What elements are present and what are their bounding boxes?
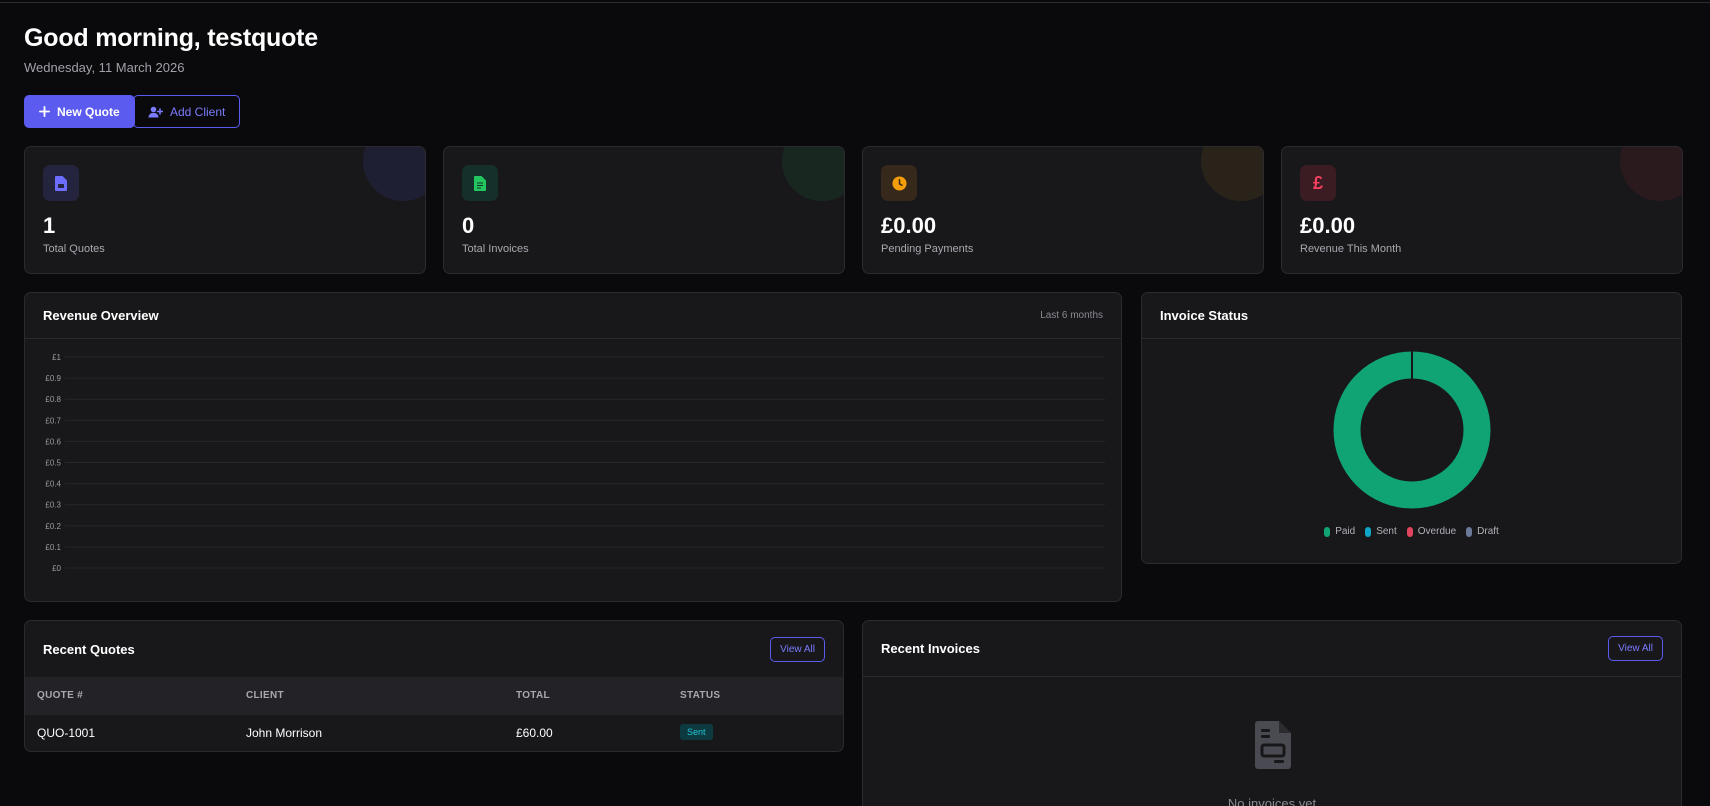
stat-value: £0.00 — [1300, 213, 1356, 238]
stat-value: 1 — [43, 213, 56, 238]
clock-icon — [891, 175, 907, 191]
panel-header: Invoice Status — [1142, 293, 1681, 339]
stat-label: Total Invoices — [462, 243, 529, 255]
revenue-overview-panel: Revenue Overview Last 6 months £1 £0.9 £0.… — [24, 292, 1122, 602]
y-tick-label: £0 — [52, 564, 61, 573]
y-tick-label: £0.1 — [45, 543, 61, 552]
column-header[interactable]: STATUS — [680, 690, 720, 701]
column-header[interactable]: CLIENT — [246, 690, 284, 701]
invoice-status-donut — [1333, 351, 1491, 509]
column-header[interactable]: QUOTE # — [37, 690, 83, 701]
legend-item-sent[interactable]: Sent — [1365, 526, 1397, 537]
recent-quotes-panel: Recent Quotes View All QUOTE # CLIENT TO… — [24, 620, 844, 752]
table-header: QUOTE # CLIENT TOTAL STATUS — [25, 677, 843, 715]
stat-value: 0 — [462, 213, 475, 238]
date-range: Last 6 months — [1040, 310, 1103, 321]
legend-label: Sent — [1376, 526, 1397, 537]
client-name: John Morrison — [246, 726, 323, 740]
stat-label: Revenue This Month — [1300, 243, 1402, 255]
y-tick-label: £0.5 — [45, 459, 61, 468]
decorative-circle — [1201, 147, 1263, 201]
y-tick-label: £0.6 — [45, 437, 61, 446]
legend-item-draft[interactable]: Draft — [1466, 526, 1499, 537]
stat-icon-box: £ — [1300, 165, 1336, 201]
chart-legend: Paid Sent Overdue Draft — [1142, 526, 1681, 537]
quote-total: £60.00 — [516, 726, 553, 740]
new-quote-button[interactable]: New Quote — [24, 95, 135, 128]
legend-swatch — [1466, 526, 1473, 537]
legend-item-overdue[interactable]: Overdue — [1406, 526, 1457, 537]
file-icon — [55, 175, 67, 191]
y-tick-label: £0.8 — [45, 395, 61, 404]
revenue-chart-area: £1 £0.9 £0.8 £0.7 £0.6 £0.5 £0.4 £0.3 £0.2 £0.1 £0 — [25, 339, 1121, 601]
add-client-button[interactable]: Add Client — [133, 95, 241, 128]
y-tick-label: £0.7 — [45, 416, 61, 425]
panel-header: Recent Invoices View All — [863, 621, 1681, 677]
stat-icon-box — [43, 165, 79, 201]
panel-header: Revenue Overview Last 6 months — [25, 293, 1121, 339]
panel-title: Recent Invoices — [881, 641, 980, 656]
legend-item-paid[interactable]: Paid — [1324, 526, 1355, 537]
plus-icon — [39, 106, 50, 117]
panel-title: Recent Quotes — [43, 641, 135, 657]
stat-card-total-invoices: 0 Total Invoices — [443, 146, 845, 274]
empty-invoice-icon — [1255, 721, 1291, 769]
stat-label: Total Quotes — [43, 243, 105, 255]
empty-state-text: No invoices yet — [1227, 796, 1317, 806]
column-header[interactable]: TOTAL — [516, 690, 550, 701]
y-tick-label: £0.4 — [45, 480, 61, 489]
y-tick-label: £0.3 — [45, 501, 61, 510]
current-date: Wednesday, 11 March 2026 — [24, 60, 185, 75]
decorative-circle — [363, 147, 425, 201]
user-plus-icon — [148, 106, 163, 117]
stat-card-pending-payments: £0.00 Pending Payments — [862, 146, 1264, 274]
legend-label: Draft — [1477, 526, 1499, 537]
view-all-invoices-button[interactable]: View All — [1608, 636, 1663, 661]
invoice-icon — [474, 175, 486, 191]
stat-icon-box — [462, 165, 498, 201]
decorative-circle — [1620, 147, 1682, 201]
legend-swatch — [1365, 526, 1372, 537]
donut-slice-paid[interactable] — [1333, 351, 1491, 509]
y-tick-label: £0.2 — [45, 522, 61, 531]
add-client-label: Add Client — [170, 104, 226, 119]
legend-label: Overdue — [1417, 526, 1457, 537]
page-title: Good morning, testquote — [24, 24, 318, 52]
top-divider — [0, 0, 1710, 3]
panel-title: Invoice Status — [1160, 308, 1249, 323]
legend-swatch — [1324, 526, 1331, 537]
stat-icon-box — [881, 165, 917, 201]
invoice-status-panel: Invoice Status Paid Sent Overdue Draft — [1141, 292, 1682, 564]
stat-label: Pending Payments — [881, 243, 974, 255]
quote-number[interactable]: QUO-1001 — [37, 726, 95, 740]
view-all-quotes-button[interactable]: View All — [770, 636, 825, 662]
stat-value: £0.00 — [881, 213, 937, 238]
decorative-circle — [782, 147, 844, 201]
recent-invoices-panel: Recent Invoices View All No invoices yet — [862, 620, 1682, 806]
revenue-chart: £1 £0.9 £0.8 £0.7 £0.6 £0.5 £0.4 £0.3 £0.2 £0.1 £0 — [45, 353, 1105, 573]
panel-header: Recent Quotes View All — [25, 621, 843, 677]
stat-card-total-quotes: 1 Total Quotes — [24, 146, 426, 274]
stat-card-revenue-this-month: £ £0.00 Revenue This Month — [1281, 146, 1683, 274]
new-quote-label: New Quote — [57, 104, 120, 119]
panel-title: Revenue Overview — [43, 308, 159, 323]
table-row[interactable]: QUO-1001 John Morrison £60.00 Sent — [25, 715, 843, 751]
y-tick-label: £0.9 — [45, 374, 61, 383]
y-tick-label: £1 — [52, 353, 61, 362]
legend-label: Paid — [1335, 526, 1356, 537]
pound-icon: £ — [1312, 172, 1323, 193]
status-badge: Sent — [680, 724, 713, 740]
legend-swatch — [1406, 526, 1413, 537]
